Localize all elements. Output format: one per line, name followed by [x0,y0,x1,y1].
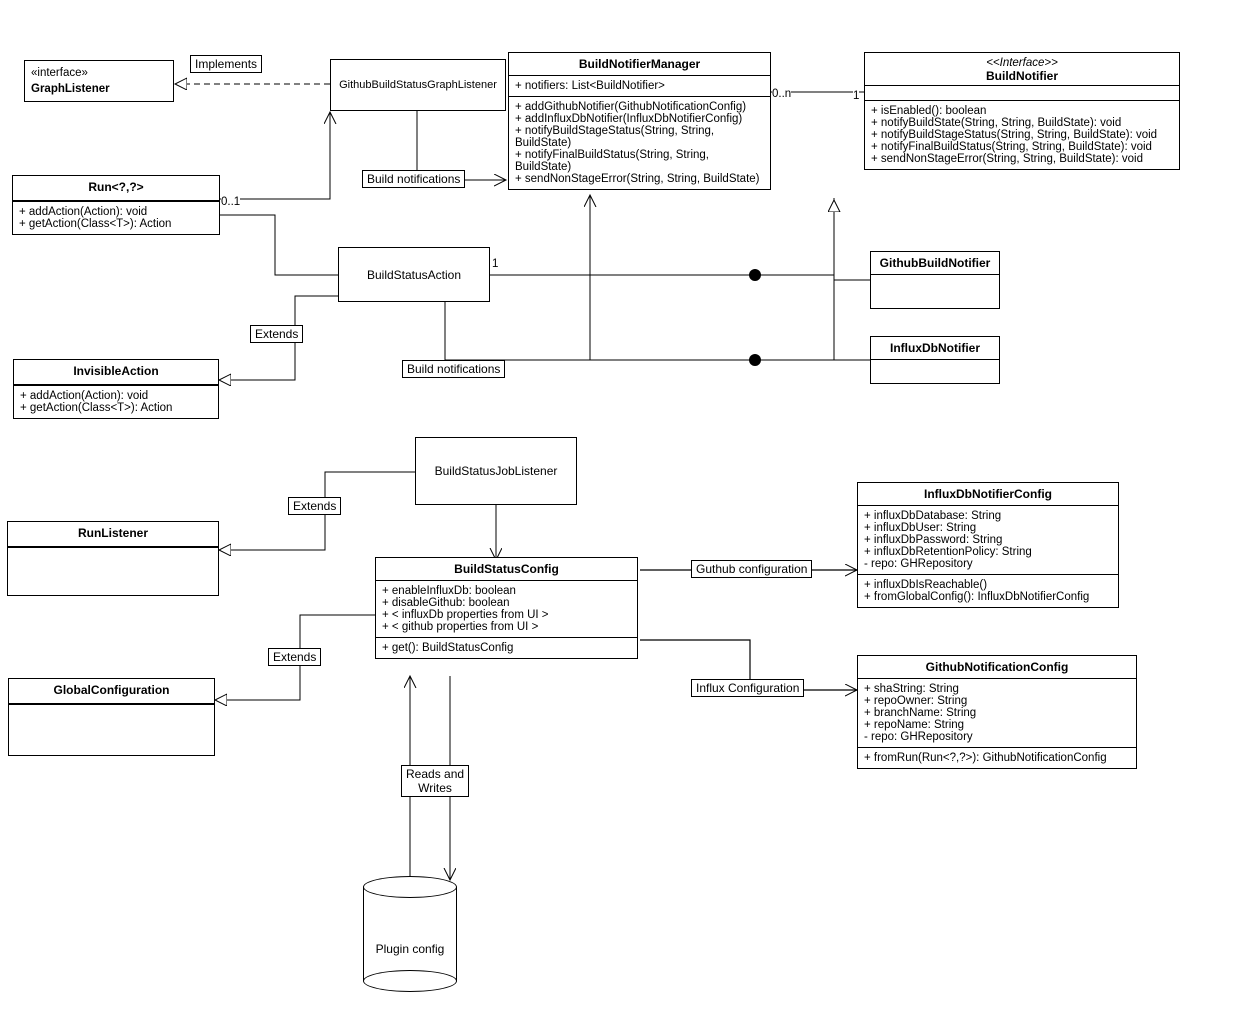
label-extends-2: Extends [288,497,341,515]
class-build-notifier: <<Interface>> BuildNotifier + isEnabled(… [864,52,1180,170]
operations: + fromRun(Run<?,?>): GithubNotificationC… [858,747,1136,768]
attributes: + enableInfluxDb: boolean + disableGithu… [376,580,637,637]
class-build-status-job-listener: BuildStatusJobListener [415,437,577,505]
class-name: GraphListener [31,79,167,95]
db-plugin-config: Plugin config [363,876,457,992]
multiplicity-01: 0..1 [221,196,240,208]
class-build-status-config: BuildStatusConfig + enableInfluxDb: bool… [375,557,638,659]
operations: + isEnabled(): boolean + notifyBuildStat… [865,100,1179,169]
class-build-notifier-manager: BuildNotifierManager + notifiers: List<B… [508,52,771,190]
label-extends-1: Extends [250,325,303,343]
attributes: + influxDbDatabase: String + influxDbUse… [858,505,1118,574]
class-name: InfluxDbNotifier [871,337,999,360]
label-extends-3: Extends [268,648,321,666]
cylinder-label: Plugin config [363,942,457,956]
operations: + get(): BuildStatusConfig [376,637,637,658]
class-name: Run<?,?> [13,176,219,198]
stereotype: <<Interface>> [871,57,1173,69]
label-build-notifications-1: Build notifications [362,170,465,188]
class-run: Run<?,?> + addAction(Action): void + get… [12,175,220,235]
class-name: BuildNotifierManager [509,53,770,75]
label-build-notifications-2: Build notifications [402,360,505,378]
body-empty [9,704,214,758]
class-build-status-action: BuildStatusAction [338,247,490,302]
stereotype: «interface» [31,67,167,79]
operations: + influxDbIsReachable() + fromGlobalConf… [858,574,1118,607]
class-name: InvisibleAction [14,360,218,382]
class-run-listener: RunListener [7,521,219,596]
body-empty [8,547,218,598]
multiplicity-0n: 0..n [772,88,791,100]
attributes: + shaString: String + repoOwner: String … [858,678,1136,747]
class-name: BuildStatusConfig [376,558,637,580]
class-invisible-action: InvisibleAction + addAction(Action): voi… [13,359,219,419]
label-influx-config: Influx Configuration [691,679,804,697]
multiplicity-1b: 1 [492,258,498,270]
label-github-config: Guthub configuration [691,560,812,578]
class-name: GithubBuildStatusGraphListener [333,75,503,95]
class-influxdb-notifier: InfluxDbNotifier [870,336,1000,384]
class-github-notification-config: GithubNotificationConfig + shaString: St… [857,655,1137,769]
class-name: RunListener [8,522,218,544]
class-influxdb-notifier-config: InfluxDbNotifierConfig + influxDbDatabas… [857,482,1119,608]
class-name: GlobalConfiguration [9,679,214,701]
attributes: + notifiers: List<BuildNotifier> [509,75,770,96]
attributes-empty [865,85,1179,100]
class-name: BuildStatusJobListener [429,460,564,482]
class-name: BuildNotifier [871,69,1173,83]
operations: + addAction(Action): void + getAction(Cl… [13,201,219,234]
class-name: BuildStatusAction [361,264,467,286]
label-reads-writes: Reads and Writes [401,765,469,797]
class-name: InfluxDbNotifierConfig [858,483,1118,505]
label-implements: Implements [190,55,262,73]
class-global-configuration: GlobalConfiguration [8,678,215,756]
class-github-build-notifier: GithubBuildNotifier [870,251,1000,309]
multiplicity-1: 1 [853,90,859,102]
class-graph-listener: «interface» GraphListener [24,60,174,102]
operations: + addGithubNotifier(GithubNotificationCo… [509,96,770,189]
class-github-build-status-graph-listener: GithubBuildStatusGraphListener [330,59,506,111]
class-name: GithubBuildNotifier [871,252,999,275]
uml-canvas: «interface» GraphListener Implements Git… [0,0,1252,1031]
operations: + addAction(Action): void + getAction(Cl… [14,385,218,418]
class-name: GithubNotificationConfig [858,656,1136,678]
